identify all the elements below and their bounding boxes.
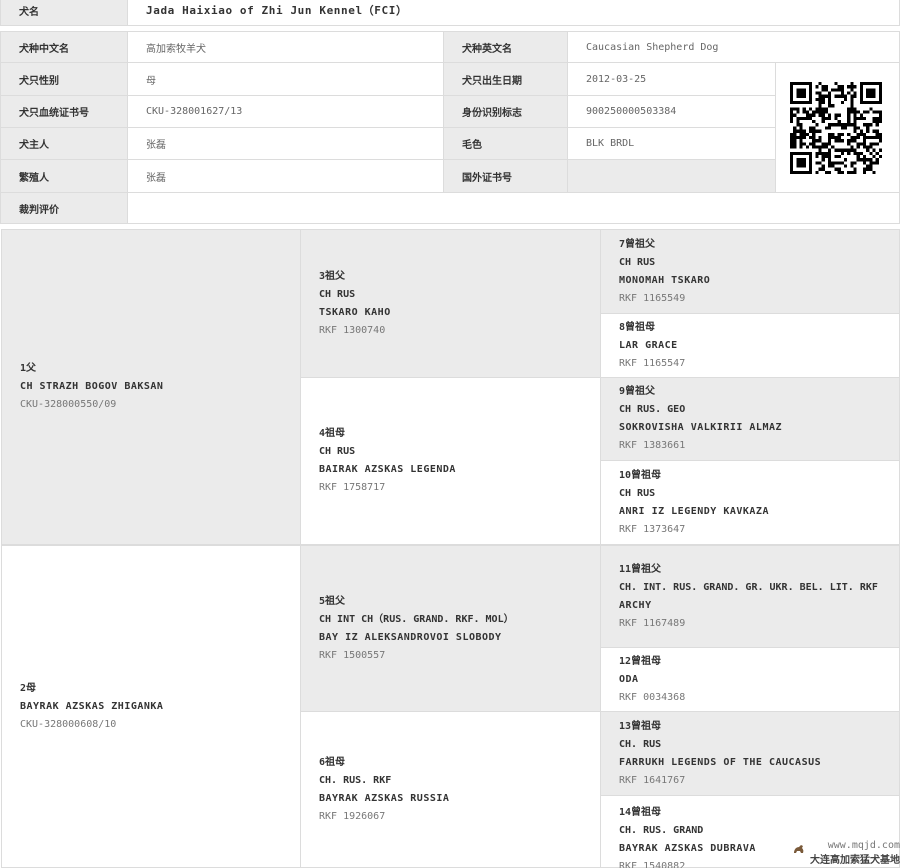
qr-code-icon bbox=[775, 62, 900, 193]
pedigree-ggparent-8: 8曾祖母 LAR GRACE RKF 1165547 bbox=[600, 313, 900, 378]
pedigree-cert-label: 犬只血统证书号 bbox=[0, 95, 128, 128]
ggparent-label: 14曾祖母 bbox=[619, 807, 662, 818]
breed-cn-label: 犬种中文名 bbox=[0, 31, 128, 63]
ggparent-title: CH RUS bbox=[619, 487, 656, 499]
ggparent-name: LAR GRACE bbox=[619, 339, 678, 351]
pedigree-granddam-6: 6祖母 CH. RUS. RKF BAYRAK AZSKAS RUSSIA RK… bbox=[300, 711, 601, 868]
watermark-text: 大连高加索猛犬基地 bbox=[810, 855, 900, 866]
judge-label: 裁判评价 bbox=[0, 192, 128, 224]
microchip-value: 900250000503384 bbox=[567, 95, 776, 128]
grandparent-label: 5祖父 bbox=[319, 595, 346, 607]
foreign-cert-label: 国外证书号 bbox=[443, 159, 568, 193]
ggparent-reg: RKF 1165547 bbox=[619, 357, 686, 369]
pedigree-granddam-4: 4祖母 CH RUS BAIRAK AZSKAS LEGENDA RKF 175… bbox=[300, 377, 601, 545]
ggparent-name: ANRI IZ LEGENDY KAVKAZA bbox=[619, 505, 769, 517]
dam-reg: CKU-328000608/10 bbox=[20, 718, 117, 730]
owner-label: 犬主人 bbox=[0, 127, 128, 160]
ggparent-title: CH RUS. GEO bbox=[619, 404, 686, 415]
dog-name-label: 犬名 bbox=[0, 0, 128, 26]
breed-en-label: 犬种英文名 bbox=[443, 31, 568, 63]
ggparent-reg: RKF 1641767 bbox=[619, 774, 686, 786]
ggparent-name: ARCHY bbox=[619, 599, 652, 611]
grandparent-title: CH INT CH（RUS. GRAND. RKF. MOL） bbox=[319, 613, 514, 625]
sex-value: 母 bbox=[127, 62, 444, 96]
sex-label: 犬只性别 bbox=[0, 62, 128, 96]
ggparent-label: 11曾祖父 bbox=[619, 563, 662, 575]
watermark: www.mqjd.com 大连高加索猛犬基地 bbox=[794, 840, 900, 866]
pedigree-ggparent-9: 9曾祖父 CH RUS. GEO SOKROVISHA VALKIRII ALM… bbox=[600, 377, 900, 461]
watermark-url: www.mqjd.com bbox=[827, 840, 900, 851]
grandparent-name: TSKARO KAHO bbox=[319, 306, 391, 318]
dog-name-value: Jada Haixiao of Zhi Jun Kennel（FCI） bbox=[127, 0, 900, 26]
dam-label: 2母 bbox=[20, 682, 37, 694]
ggparent-label: 10曾祖母 bbox=[619, 469, 662, 481]
coat-color-value: BLK BRDL bbox=[567, 127, 776, 160]
birth-date-label: 犬只出生日期 bbox=[443, 62, 568, 96]
ggparent-reg: RKF 1373647 bbox=[619, 523, 686, 535]
grandparent-reg: RKF 1926067 bbox=[319, 810, 386, 822]
grandparent-reg: RKF 1500557 bbox=[319, 649, 386, 661]
pedigree-sire: 1父 CH STRAZH BOGOV BAKSAN CKU-328000550/… bbox=[1, 229, 301, 545]
ggparent-label: 13曾祖母 bbox=[619, 720, 662, 732]
grandparent-reg: RKF 1758717 bbox=[319, 482, 386, 493]
coat-color-label: 毛色 bbox=[443, 127, 568, 160]
judge-value bbox=[127, 192, 900, 224]
pedigree-ggparent-10: 10曾祖母 CH RUS ANRI IZ LEGENDY KAVKAZA RKF… bbox=[600, 460, 900, 545]
ggparent-label: 7曾祖父 bbox=[619, 238, 656, 250]
breed-cn-value: 高加索牧羊犬 bbox=[127, 31, 444, 63]
ggparent-reg: RKF 1165549 bbox=[619, 292, 686, 304]
grandparent-title: CH RUS bbox=[319, 288, 356, 300]
pedigree-ggparent-13: 13曾祖母 CH. RUS FARRUKH LEGENDS OF THE CAU… bbox=[600, 711, 900, 796]
ggparent-reg: RKF 1383661 bbox=[619, 440, 686, 451]
grandparent-name: BAIRAK AZSKAS LEGENDA bbox=[319, 464, 456, 475]
ggparent-label: 8曾祖母 bbox=[619, 321, 656, 333]
breed-en-value: Caucasian Shepherd Dog bbox=[567, 31, 900, 63]
ggparent-title: CH. INT. RUS. GRAND. GR. UKR. BEL. LIT. … bbox=[619, 581, 878, 593]
ggparent-label: 9曾祖父 bbox=[619, 386, 656, 397]
grandparent-name: BAY IZ ALEKSANDROVOI SLOBODY bbox=[319, 631, 502, 643]
grandparent-reg: RKF 1300740 bbox=[319, 324, 386, 336]
pedigree-ggparent-11: 11曾祖父 CH. INT. RUS. GRAND. GR. UKR. BEL.… bbox=[600, 545, 900, 648]
pedigree-cert-value: CKU-328001627/13 bbox=[127, 95, 444, 128]
pedigree-dam: 2母 BAYRAK AZSKAS ZHIGANKA CKU-328000608/… bbox=[1, 545, 301, 868]
sire-label: 1父 bbox=[20, 363, 37, 374]
dog-icon bbox=[794, 845, 804, 853]
qr-code-graphic bbox=[790, 82, 882, 174]
sire-reg: CKU-328000550/09 bbox=[20, 399, 117, 410]
ggparent-label: 12曾祖母 bbox=[619, 655, 662, 667]
dam-name: BAYRAK AZSKAS ZHIGANKA bbox=[20, 700, 164, 712]
owner-value: 张磊 bbox=[127, 127, 444, 160]
grandparent-label: 3祖父 bbox=[319, 270, 346, 282]
grandparent-title: CH RUS bbox=[319, 446, 356, 457]
ggparent-title: CH. RUS. GRAND bbox=[619, 825, 704, 836]
grandparent-label: 6祖母 bbox=[319, 756, 346, 768]
pedigree-ggparent-12: 12曾祖母 ODA RKF 0034368 bbox=[600, 647, 900, 712]
sire-name: CH STRAZH BOGOV BAKSAN bbox=[20, 381, 164, 392]
pedigree-grandsire-5: 5祖父 CH INT CH（RUS. GRAND. RKF. MOL） BAY … bbox=[300, 545, 601, 712]
grandparent-title: CH. RUS. RKF bbox=[319, 774, 392, 786]
ggparent-name: MONOMAH TSKARO bbox=[619, 274, 711, 286]
ggparent-title: CH RUS bbox=[619, 256, 656, 268]
grandparent-label: 4祖母 bbox=[319, 428, 346, 439]
foreign-cert-value bbox=[567, 159, 776, 193]
microchip-label: 身份识别标志 bbox=[443, 95, 568, 128]
breeder-label: 繁殖人 bbox=[0, 159, 128, 193]
ggparent-title: CH. RUS bbox=[619, 738, 662, 750]
pedigree-grandsire-3: 3祖父 CH RUS TSKARO KAHO RKF 1300740 bbox=[300, 229, 601, 378]
breeder-value: 张磊 bbox=[127, 159, 444, 193]
ggparent-reg: RKF 1167489 bbox=[619, 617, 686, 629]
birth-date-value: 2012-03-25 bbox=[567, 62, 776, 96]
ggparent-reg: RKF 0034368 bbox=[619, 691, 686, 703]
ggparent-name: ODA bbox=[619, 673, 639, 685]
ggparent-name: FARRUKH LEGENDS OF THE CAUCASUS bbox=[619, 756, 822, 768]
ggparent-name: SOKROVISHA VALKIRII ALMAZ bbox=[619, 422, 783, 433]
pedigree-ggparent-7: 7曾祖父 CH RUS MONOMAH TSKARO RKF 1165549 bbox=[600, 229, 900, 314]
grandparent-name: BAYRAK AZSKAS RUSSIA bbox=[319, 792, 450, 804]
